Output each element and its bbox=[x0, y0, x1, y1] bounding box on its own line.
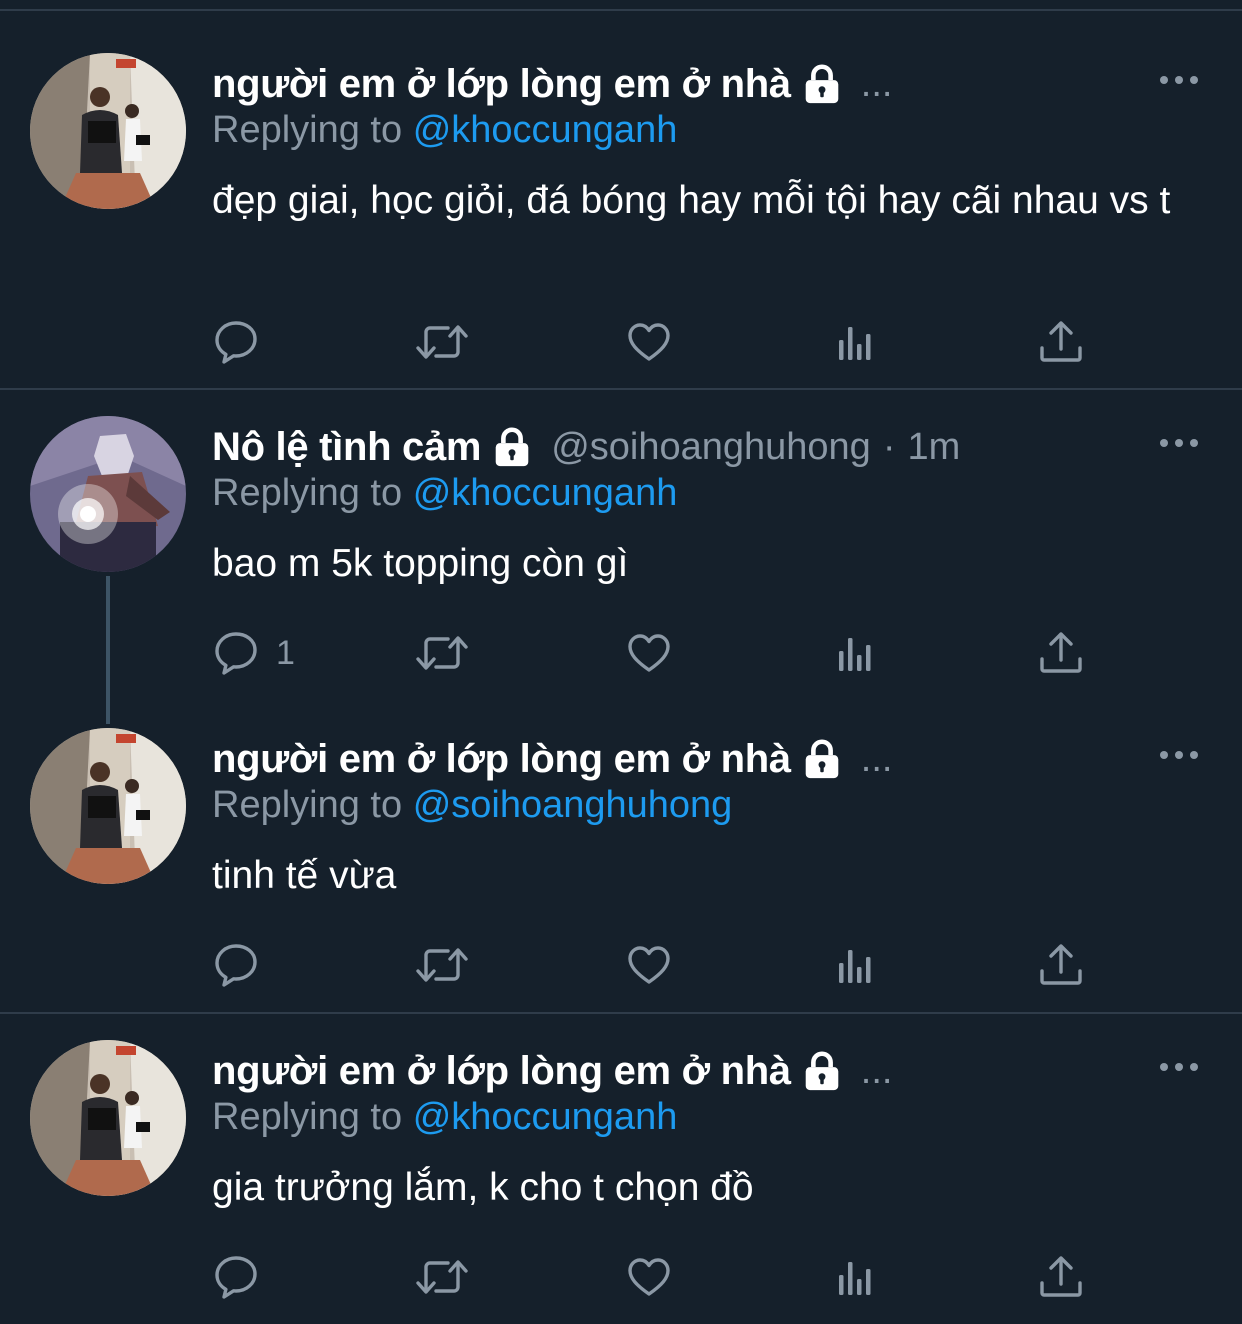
tweet-text: gia trưởng lắm, k cho t chọn đồ bbox=[212, 1166, 754, 1209]
retweet-button[interactable] bbox=[414, 1253, 470, 1301]
display-name[interactable]: người em ở lớp lòng em ở nhà bbox=[212, 1049, 791, 1094]
retweet-icon bbox=[414, 1253, 470, 1301]
analytics-icon bbox=[832, 1253, 880, 1301]
like-button[interactable] bbox=[625, 1253, 673, 1301]
like-icon bbox=[625, 1253, 673, 1301]
replying-to-label: Replying to bbox=[212, 1096, 403, 1138]
avatar[interactable] bbox=[30, 1040, 186, 1196]
tweet-header: người em ở lớp lòng em ở nhà ... bbox=[212, 1043, 892, 1099]
more-options-icon[interactable] bbox=[1158, 1057, 1200, 1077]
replying-to: Replying to @khoccunganh bbox=[212, 1096, 677, 1139]
reply-button[interactable] bbox=[212, 1253, 276, 1301]
action-bar bbox=[212, 1253, 1112, 1301]
mention-link[interactable]: @khoccunganh bbox=[413, 1096, 678, 1138]
analytics-button[interactable] bbox=[832, 1253, 880, 1301]
truncation-ellipsis: ... bbox=[860, 1049, 893, 1092]
share-button[interactable] bbox=[1037, 1253, 1085, 1301]
lock-icon bbox=[799, 1048, 845, 1094]
share-icon bbox=[1037, 1253, 1085, 1301]
tweet[interactable]: người em ở lớp lòng em ở nhà ... Replyin… bbox=[0, 0, 1242, 1324]
reply-icon bbox=[212, 1253, 260, 1301]
